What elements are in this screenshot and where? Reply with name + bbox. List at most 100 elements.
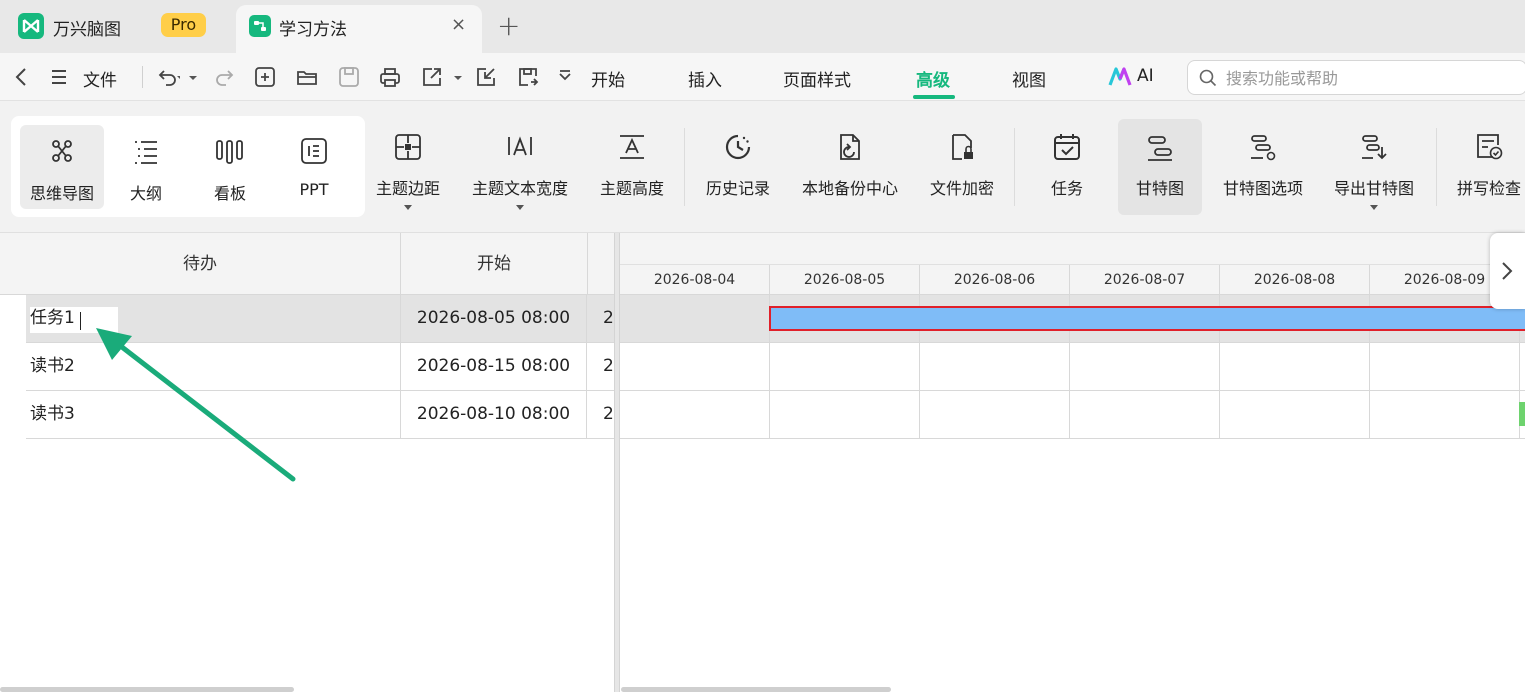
export-dropdown-icon[interactable] (446, 65, 462, 89)
import-icon[interactable] (474, 65, 498, 89)
ribbon-toolbar: 思维导图 大纲 看板 PPT 主题边距 主题文本宽度 主题高度 历史记录 本地备… (0, 101, 1525, 233)
end-date-cell[interactable]: 2 (587, 391, 614, 438)
gantt-button[interactable]: 甘特图 (1118, 101, 1202, 233)
gantt-header-days: 2026-08-04 2026-08-05 2026-08-06 2026-08… (620, 264, 1525, 295)
gantt-chart: 2026-08-04 2026-08-05 2026-08-06 2026-08… (620, 233, 1525, 692)
start-date-cell[interactable]: 2026-08-05 08:00 (400, 295, 587, 342)
local-backup-label: 本地备份中心 (801, 179, 898, 198)
topic-height-button[interactable]: 主题高度 (592, 101, 672, 233)
task-name-cell[interactable]: 读书3 (30, 391, 400, 438)
spell-check-button[interactable]: 拼写检查 (1450, 101, 1525, 233)
export-icon[interactable] (420, 65, 444, 89)
history-button[interactable]: 历史记录 (698, 101, 778, 233)
gantt-day-label: 2026-08-05 (769, 265, 919, 295)
new-file-icon[interactable] (253, 65, 277, 89)
close-tab-icon[interactable]: × (451, 14, 466, 35)
topic-text-width-icon (508, 136, 532, 156)
task-label: 任务 (1050, 179, 1083, 198)
gantt-options-button[interactable]: 甘特图选项 (1216, 101, 1310, 233)
ppt-view-button[interactable]: PPT (274, 125, 354, 209)
task-button[interactable]: 任务 (1027, 101, 1107, 233)
local-backup-button[interactable]: 本地备份中心 (795, 101, 905, 233)
topic-margin-button[interactable]: 主题边距 (368, 101, 448, 233)
chevron-right-icon (1502, 262, 1513, 280)
redo-icon[interactable] (212, 65, 236, 89)
spell-check-icon (1477, 134, 1503, 160)
gantt-day-label: 2026-08-06 (919, 265, 1069, 295)
task-name-cell[interactable]: 读书2 (30, 343, 400, 390)
start-date-cell[interactable]: 2026-08-10 08:00 (400, 391, 587, 438)
menu-tab-start[interactable]: 开始 (591, 66, 625, 91)
end-date-cell[interactable]: 2 (587, 343, 614, 390)
end-date-cell[interactable]: 2 (587, 295, 614, 342)
export-gantt-label: 导出甘特图 (1333, 179, 1414, 198)
back-icon[interactable] (10, 65, 34, 89)
export-gantt-icon (1362, 135, 1387, 160)
file-encrypt-button[interactable]: 文件加密 (922, 101, 1002, 233)
save-as-icon[interactable] (516, 65, 540, 89)
history-clock-icon (725, 134, 751, 160)
start-date-cell[interactable]: 2026-08-15 08:00 (400, 343, 587, 390)
print-icon[interactable] (378, 65, 402, 89)
open-folder-icon[interactable] (295, 65, 319, 89)
topic-text-width-button[interactable]: 主题文本宽度 (466, 101, 574, 233)
gantt-task-bar-edge[interactable] (1519, 402, 1525, 426)
gantt-task-bar-task1[interactable] (769, 306, 1525, 331)
column-header-start[interactable]: 开始 (401, 233, 588, 295)
ai-menu-label[interactable]: AI (1137, 66, 1154, 86)
column-header-todo[interactable]: 待办 (0, 233, 401, 295)
ppt-icon (301, 138, 327, 164)
search-box[interactable] (1187, 60, 1525, 95)
gantt-options-label: 甘特图选项 (1222, 179, 1303, 198)
task-calendar-icon (1054, 134, 1080, 160)
task-table: 待办 开始 任务1 2026-08-05 08:00 2 读书2 2026-08… (0, 233, 614, 692)
menu-tab-insert[interactable]: 插入 (688, 66, 722, 91)
file-encrypt-label: 文件加密 (929, 179, 994, 198)
more-quick-access-icon[interactable] (553, 65, 577, 89)
gantt-header-month (620, 233, 1525, 264)
task-name-cell[interactable]: 任务1 (30, 295, 400, 342)
gantt-row[interactable] (620, 343, 1525, 391)
title-tab-bar: 万兴脑图 Pro 学习方法 × + (0, 0, 1525, 53)
file-menu[interactable]: 文件 (83, 66, 117, 91)
toolbar-separator (1014, 128, 1015, 206)
hamburger-menu-icon[interactable] (47, 65, 71, 89)
history-label: 历史记录 (705, 179, 770, 198)
app-name: 万兴脑图 (53, 20, 121, 40)
ai-logo-icon[interactable] (1108, 67, 1132, 87)
kanban-icon (216, 140, 243, 164)
kanban-view-button[interactable]: 看板 (190, 125, 270, 209)
mindmap-view-button[interactable]: 思维导图 (20, 125, 104, 209)
export-gantt-dropdown-icon[interactable] (1370, 205, 1378, 210)
menu-tab-advanced[interactable]: 高级 (916, 66, 950, 91)
search-input[interactable] (1226, 66, 1516, 90)
app-home-tab[interactable]: 万兴脑图 Pro (0, 0, 236, 53)
undo-dropdown-icon[interactable] (181, 65, 197, 89)
menu-tab-view[interactable]: 视图 (1012, 66, 1046, 91)
export-gantt-button[interactable]: 导出甘特图 (1328, 101, 1420, 233)
file-lock-icon (952, 134, 973, 160)
menu-tab-page-style[interactable]: 页面样式 (783, 66, 851, 91)
table-row[interactable]: 任务1 2026-08-05 08:00 2 (26, 295, 614, 343)
search-icon (1199, 69, 1217, 87)
save-icon[interactable] (337, 65, 361, 89)
document-tab[interactable]: 学习方法 × (236, 5, 482, 53)
mindmap-view-label: 思维导图 (29, 184, 94, 203)
outline-view-button[interactable]: 大纲 (106, 125, 186, 209)
new-tab-button[interactable]: + (497, 9, 520, 42)
gantt-horizontal-scrollbar[interactable] (621, 687, 891, 692)
topic-text-width-dropdown-icon[interactable] (516, 205, 524, 210)
topic-margin-dropdown-icon[interactable] (404, 205, 412, 210)
table-horizontal-scrollbar[interactable] (0, 687, 294, 692)
gantt-day-label: 2026-08-07 (1069, 265, 1219, 295)
gantt-row[interactable] (620, 391, 1525, 439)
pro-badge[interactable]: Pro (161, 13, 206, 37)
table-row[interactable]: 读书3 2026-08-10 08:00 2 (26, 391, 614, 439)
undo-icon[interactable] (156, 65, 183, 89)
table-row[interactable]: 读书2 2026-08-15 08:00 2 (26, 343, 614, 391)
menu-separator (142, 66, 143, 88)
spell-check-label: 拼写检查 (1456, 179, 1521, 198)
gantt-next-button[interactable] (1490, 233, 1525, 309)
toolbar-separator (684, 128, 685, 206)
outline-icon (135, 141, 157, 164)
